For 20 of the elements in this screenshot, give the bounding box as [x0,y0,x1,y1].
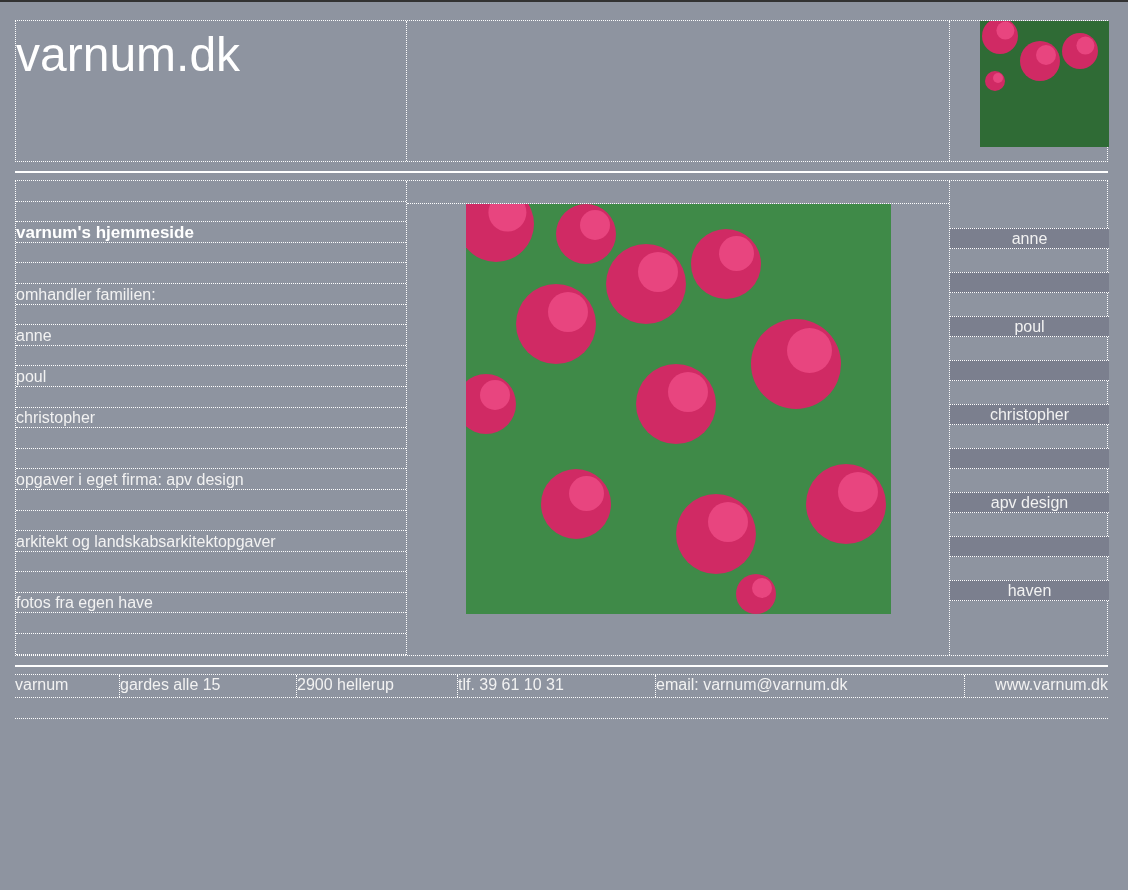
footer-text: email: varnum@varnum.dk [656,675,965,697]
intro-text: christopher [16,408,96,428]
intro-text: opgaver i eget firma: apv design [16,469,244,489]
nav-link[interactable]: poul [950,316,1109,337]
page-heading: varnum's hjemmeside [16,222,194,242]
intro-text: poul [16,366,47,386]
intro-text: anne [16,325,52,345]
nav-link[interactable]: anne [950,228,1109,249]
footer-text: varnum [15,675,120,697]
nav-link[interactable]: apv design [950,492,1109,513]
intro-text: fotos fra egen have [16,593,153,613]
footer-text: 2900 hellerup [297,675,458,697]
footer-text: tlf. 39 61 10 31 [458,675,656,697]
nav-link[interactable]: haven [950,580,1109,601]
intro-text: omhandler familien: [16,284,156,304]
site-title: varnum.dk [16,31,241,79]
intro-text: arkitekt og landskabsarkitektopgaver [16,531,276,551]
nav-link[interactable]: christopher [950,404,1109,425]
footer-text: www.varnum.dk [994,675,1108,695]
footer-text: gardes alle 15 [120,675,297,697]
